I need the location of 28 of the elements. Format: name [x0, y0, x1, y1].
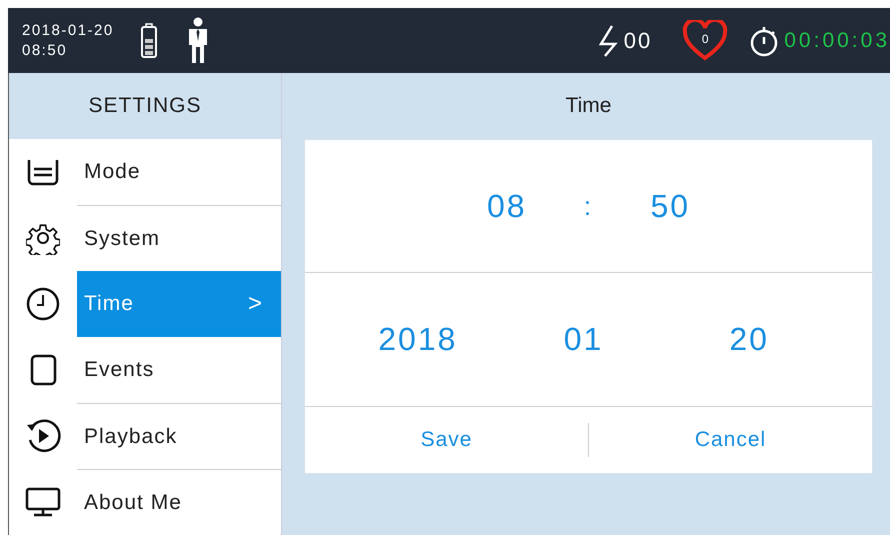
month-value[interactable]: 01 [564, 321, 604, 358]
notebook-icon [29, 354, 57, 386]
replay-icon [25, 419, 61, 453]
heart-icon [682, 20, 728, 62]
tray-icon [27, 158, 59, 186]
monitor-icon [25, 487, 61, 517]
day-value[interactable]: 20 [729, 321, 769, 358]
minute-value[interactable]: 50 [650, 188, 690, 224]
heart-rate: 0 [702, 32, 709, 46]
save-button[interactable]: Save [408, 422, 484, 458]
menu-item[interactable]: Events [77, 337, 281, 403]
menu-item[interactable]: About Me [77, 469, 281, 535]
menu-item[interactable]: Playback [77, 403, 281, 469]
cancel-button[interactable]: Cancel [682, 422, 778, 458]
menu-item[interactable]: Mode [77, 139, 281, 205]
shock-count: 00 [624, 28, 652, 54]
sidebar-title: SETTINGS [9, 73, 281, 139]
timer-text: 00:00:03 [784, 28, 890, 52]
menu-item[interactable]: Time > [77, 271, 281, 337]
battery-icon [140, 22, 158, 58]
panel-title: Time [564, 93, 612, 119]
separator-text: : [584, 190, 594, 222]
hour-value[interactable]: 08 [486, 188, 527, 224]
clock-icon [26, 287, 60, 321]
year-value[interactable]: 2018 [378, 321, 458, 358]
lightning-icon [598, 24, 620, 58]
time-text: 08:50 [22, 40, 68, 60]
date-text: 2018-01-20 [22, 20, 114, 40]
